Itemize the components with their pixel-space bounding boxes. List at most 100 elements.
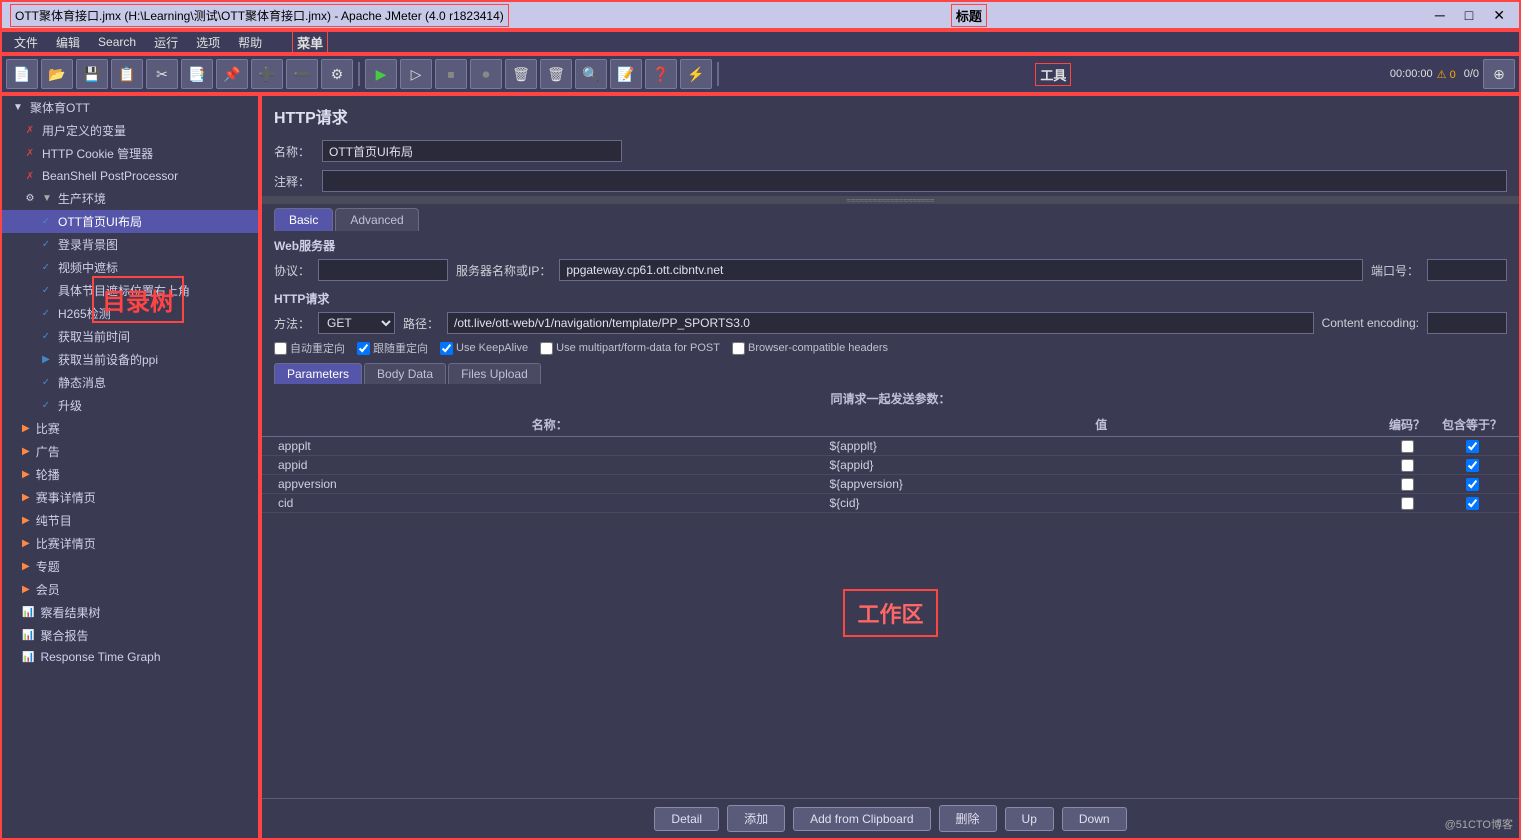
toolbar-extra[interactable]: ⚡ [680,59,712,89]
checkbox-auto-redirect[interactable]: 自动重定向 [274,340,345,356]
maximize-button[interactable]: □ [1459,7,1479,24]
checkbox-keepalive[interactable]: Use KeepAlive [440,342,528,355]
tree-item-match[interactable]: ▶ 比赛 [2,417,258,440]
clipboard-button[interactable]: Add from Clipboard [793,807,930,831]
toolbar-clear[interactable]: 🗑 [505,59,537,89]
param-include-3[interactable] [1437,497,1507,510]
minimize-button[interactable]: ─ [1429,7,1451,24]
auto-redirect-checkbox[interactable] [274,342,287,355]
param-encode-2[interactable] [1377,478,1437,491]
tree-item-ottui[interactable]: ✓ OTT首页UI布局 [2,210,258,233]
toolbar-paste[interactable]: 📌 [216,59,248,89]
param-include-cb-2[interactable] [1466,478,1479,491]
tree-item-login[interactable]: ✓ 登录背景图 [2,233,258,256]
toolbar-start-nopause[interactable]: ▷ [400,59,432,89]
multipart-checkbox[interactable] [540,342,553,355]
method-select[interactable]: GET POST PUT DELETE [318,312,395,334]
param-tab-files[interactable]: Files Upload [448,363,541,384]
param-tab-parameters[interactable]: Parameters [274,363,362,384]
checkbox-follow-redirect[interactable]: 跟随重定向 [357,340,428,356]
menu-help[interactable]: 帮助 [230,32,270,53]
param-encode-cb-1[interactable] [1401,459,1414,472]
tree-item-program[interactable]: ▶ 纯节目 [2,509,258,532]
menu-file[interactable]: 文件 [6,32,46,53]
toolbar-plus[interactable]: ⊕ [1483,59,1515,89]
delete-button[interactable]: 删除 [939,805,997,832]
toolbar-start[interactable]: ▶ [365,59,397,89]
close-button[interactable]: ✕ [1487,7,1511,24]
tree-item-matchdetail[interactable]: ▶ 赛事详情页 [2,486,258,509]
param-include-1[interactable] [1437,459,1507,472]
toolbar-config[interactable]: ⚙ [321,59,353,89]
tree-item-response[interactable]: 📊 Response Time Graph [2,647,258,667]
toolbar-help[interactable]: ❓ [645,59,677,89]
menu-search[interactable]: Search [90,33,144,51]
param-encode-cb-2[interactable] [1401,478,1414,491]
detail-button[interactable]: Detail [654,807,719,831]
param-encode-0[interactable] [1377,440,1437,453]
tree-item-member[interactable]: ▶ 会员 [2,578,258,601]
content-scroll[interactable]: HTTP请求 名称： 注释： ≈≈≈≈≈≈≈≈≈≈≈≈≈≈≈≈≈≈≈≈ Basi… [262,96,1519,798]
port-input[interactable] [1427,259,1507,281]
param-include-cb-3[interactable] [1466,497,1479,510]
tree-item-result[interactable]: 📊 察看结果树 [2,601,258,624]
param-row-1[interactable]: appid ${appid} [262,456,1519,475]
keepalive-checkbox[interactable] [440,342,453,355]
param-row-2[interactable]: appversion ${appversion} [262,475,1519,494]
tree-item-static[interactable]: ✓ 静态消息 [2,371,258,394]
param-row-3[interactable]: cid ${cid} [262,494,1519,513]
tree-item-aggregate[interactable]: 📊 聚合报告 [2,624,258,647]
name-input[interactable] [322,140,622,162]
toolbar-open[interactable]: 📂 [41,59,73,89]
up-button[interactable]: Up [1005,807,1054,831]
checkbox-multipart[interactable]: Use multipart/form-data for POST [540,342,720,355]
toolbar-save[interactable]: 💾 [76,59,108,89]
follow-redirect-checkbox[interactable] [357,342,370,355]
toolbar-stop[interactable]: ⏹ [435,59,467,89]
tree-item-uservar[interactable]: ✗ 用户定义的变量 [2,119,258,142]
toolbar-copy[interactable]: 📑 [181,59,213,89]
param-tab-body[interactable]: Body Data [364,363,446,384]
browser-compat-checkbox[interactable] [732,342,745,355]
tree-item-cookie[interactable]: ✗ HTTP Cookie 管理器 [2,142,258,165]
protocol-input[interactable] [318,259,448,281]
toolbar-shutdown[interactable]: ⏺ [470,59,502,89]
param-include-0[interactable] [1437,440,1507,453]
param-row-0[interactable]: appplt ${appplt} [262,437,1519,456]
server-input[interactable] [559,259,1363,281]
toolbar-search[interactable]: 🔍 [575,59,607,89]
menu-run[interactable]: 运行 [146,32,186,53]
tree-item-matchinfo[interactable]: ▶ 比赛详情页 [2,532,258,555]
toolbar-new[interactable]: 📄 [6,59,38,89]
comment-input[interactable] [322,170,1507,192]
tree-item-topic[interactable]: ▶ 专题 [2,555,258,578]
param-include-2[interactable] [1437,478,1507,491]
toolbar-remove[interactable]: ➖ [286,59,318,89]
param-include-cb-1[interactable] [1466,459,1479,472]
add-button[interactable]: 添加 [727,805,785,832]
param-encode-cb-3[interactable] [1401,497,1414,510]
tree-item-carousel[interactable]: ▶ 轮播 [2,463,258,486]
toolbar-saveas[interactable]: 📋 [111,59,143,89]
tree-item-ppi[interactable]: ▶ 获取当前设备的ppi [2,348,258,371]
param-encode-3[interactable] [1377,497,1437,510]
tab-basic[interactable]: Basic [274,208,333,231]
tree-item-prod[interactable]: ⚙ ▼ 生产环境 [2,187,258,210]
encoding-input[interactable] [1427,312,1507,334]
tree-item-beanshell[interactable]: ✗ BeanShell PostProcessor [2,165,258,187]
down-button[interactable]: Down [1062,807,1127,831]
tab-advanced[interactable]: Advanced [335,208,418,231]
tree-item-curtime[interactable]: ✓ 获取当前时间 [2,325,258,348]
tree-item-upgrade[interactable]: ✓ 升级 [2,394,258,417]
tree-item-ads[interactable]: ▶ 广告 [2,440,258,463]
toolbar-add[interactable]: ➕ [251,59,283,89]
param-include-cb-0[interactable] [1466,440,1479,453]
toolbar-log[interactable]: 📝 [610,59,642,89]
toolbar-clear-all[interactable]: 🗑 [540,59,572,89]
tree-item-root[interactable]: ▼ 聚体育OTT [2,96,258,119]
menu-edit[interactable]: 编辑 [48,32,88,53]
param-encode-cb-0[interactable] [1401,440,1414,453]
path-input[interactable] [447,312,1314,334]
toolbar-cut[interactable]: ✂ [146,59,178,89]
menu-options[interactable]: 选项 [188,32,228,53]
